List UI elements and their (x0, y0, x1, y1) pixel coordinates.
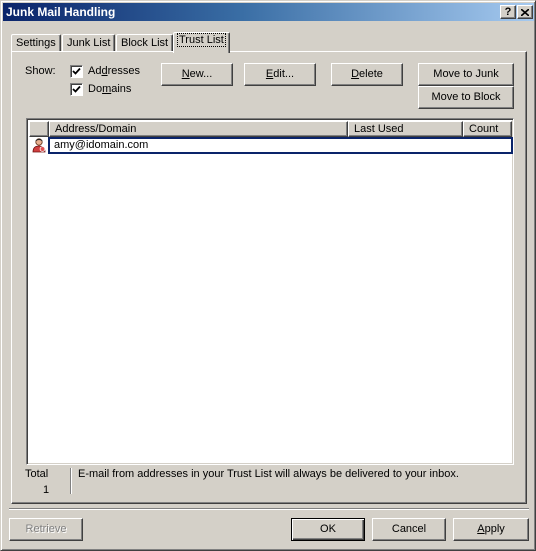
retrieve-button[interactable]: Retrieve (9, 518, 83, 541)
trusted-contact-icon (32, 138, 46, 153)
checkmark-icon (72, 85, 81, 93)
tab-block-list[interactable]: Block List (116, 34, 174, 52)
footer-separator (70, 468, 72, 494)
move-to-block-button[interactable]: Move to Block (418, 86, 514, 109)
total-label: Total (25, 468, 49, 480)
tab-label: Settings (16, 37, 56, 49)
tab-settings[interactable]: Settings (11, 34, 61, 52)
column-header-icon[interactable] (29, 121, 49, 137)
column-header-address[interactable]: Address/Domain (49, 121, 348, 137)
new-button[interactable]: New... (161, 63, 233, 86)
move-to-junk-button[interactable]: Move to Junk (418, 63, 514, 86)
address-cell[interactable]: amy@idomain.com (48, 137, 513, 154)
apply-button[interactable]: Apply (453, 518, 529, 541)
column-header-count[interactable]: Count (463, 121, 512, 137)
trust-list-info-text: E-mail from addresses in your Trust List… (78, 468, 459, 480)
junk-mail-dialog: Junk Mail Handling ? Settings Junk List … (0, 0, 536, 551)
domains-label[interactable]: Domains (88, 83, 131, 95)
close-button[interactable] (517, 5, 533, 19)
list-item[interactable]: amy@idomain.com (29, 137, 513, 154)
show-label: Show: (25, 65, 56, 77)
column-header-last-used[interactable]: Last Used (348, 121, 463, 137)
addresses-label[interactable]: Addresses (88, 65, 140, 77)
tab-junk-list[interactable]: Junk List (62, 34, 116, 52)
title-bar[interactable]: Junk Mail Handling ? (3, 3, 534, 21)
delete-button[interactable]: Delete (331, 63, 403, 86)
domains-checkbox[interactable] (70, 83, 83, 96)
help-button[interactable]: ? (500, 5, 516, 19)
bottom-separator (9, 508, 529, 510)
ok-button[interactable]: OK (291, 518, 365, 541)
addresses-checkbox[interactable] (70, 65, 83, 78)
tab-label: Trust List (177, 33, 226, 47)
edit-button[interactable]: Edit... (244, 63, 316, 86)
trust-list-panel: Show: Addresses Domains New... Edit... D… (11, 51, 527, 504)
tab-label: Block List (121, 37, 169, 49)
total-value: 1 (43, 484, 50, 496)
tab-label: Junk List (67, 37, 111, 49)
checkmark-icon (72, 67, 81, 75)
trust-list-view[interactable]: Address/Domain Last Used Count amy@idoma… (26, 118, 514, 465)
window-title: Junk Mail Handling (6, 5, 116, 19)
close-icon (520, 8, 530, 17)
cancel-button[interactable]: Cancel (372, 518, 446, 541)
tab-trust-list[interactable]: Trust List (173, 32, 230, 53)
